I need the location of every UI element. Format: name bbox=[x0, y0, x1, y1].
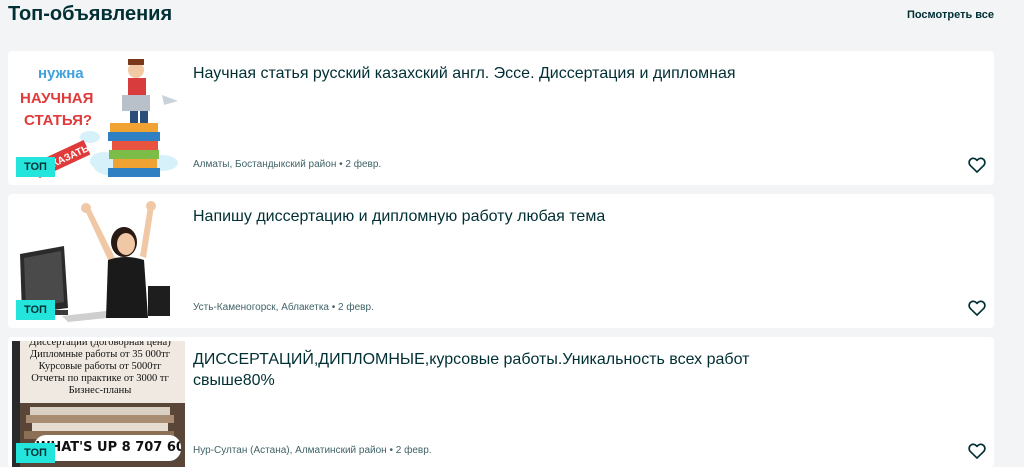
ad-image-phone-banner: WHAT'S UP 8 707 606 52 27 bbox=[34, 435, 181, 461]
ad-card[interactable]: нужна НАУЧНАЯ СТАТЬЯ? ЗАКАЗАТЬ ТОП Научн… bbox=[8, 51, 994, 185]
favorite-heart-icon[interactable] bbox=[967, 155, 987, 175]
svg-text:СТАТЬЯ?: СТАТЬЯ? bbox=[24, 112, 92, 129]
ad-title[interactable]: Напишу диссертацию и дипломную работу лю… bbox=[193, 206, 773, 227]
price-line: Дипломные работы от 35 000тг bbox=[29, 349, 171, 360]
section-header: Топ-объявления Посмотреть все bbox=[8, 0, 1008, 34]
price-line: Курсовые работы от 5000тг bbox=[38, 361, 162, 372]
ad-location-date: Усть-Каменогорск, Аблакетка • 2 февр. bbox=[193, 302, 374, 313]
svg-text:нужна: нужна bbox=[38, 65, 84, 82]
favorite-heart-icon[interactable] bbox=[967, 441, 987, 461]
ad-location-date: Нур-Султан (Астана), Алматинский район •… bbox=[193, 445, 432, 456]
top-badge: ТОП bbox=[16, 443, 55, 463]
price-line: Отчеты по практике от 3000 тг bbox=[31, 373, 169, 384]
ad-image-price-list: Диссертации (договорная цена) Дипломные … bbox=[20, 341, 180, 397]
favorite-heart-icon[interactable] bbox=[967, 298, 987, 318]
ad-thumbnail[interactable]: ТОП bbox=[12, 198, 185, 324]
top-badge: ТОП bbox=[16, 157, 55, 177]
ad-card[interactable]: ТОП Напишу диссертацию и дипломную работ… bbox=[8, 194, 994, 328]
svg-text:НАУЧНАЯ: НАУЧНАЯ bbox=[20, 90, 93, 107]
section-title: Топ-объявления bbox=[8, 3, 173, 25]
ad-card[interactable]: Диссертации (договорная цена) Дипломные … bbox=[8, 337, 994, 467]
ad-thumbnail[interactable]: нужна НАУЧНАЯ СТАТЬЯ? ЗАКАЗАТЬ ТОП bbox=[12, 55, 185, 181]
see-all-link[interactable]: Посмотреть все bbox=[907, 9, 994, 21]
ad-title[interactable]: ДИССЕРТАЦИЙ,ДИПЛОМНЫЕ,курсовые работы.Ун… bbox=[193, 349, 773, 391]
ad-title[interactable]: Научная статья русский казахский англ. Э… bbox=[193, 63, 773, 84]
ad-thumbnail[interactable]: Диссертации (договорная цена) Дипломные … bbox=[12, 341, 185, 467]
price-line: Бизнес-планы bbox=[68, 385, 132, 396]
top-badge: ТОП bbox=[16, 300, 55, 320]
price-line: Диссертации (договорная цена) bbox=[29, 341, 171, 348]
ad-location-date: Алматы, Бостандыкский район • 2 февр. bbox=[193, 159, 382, 170]
